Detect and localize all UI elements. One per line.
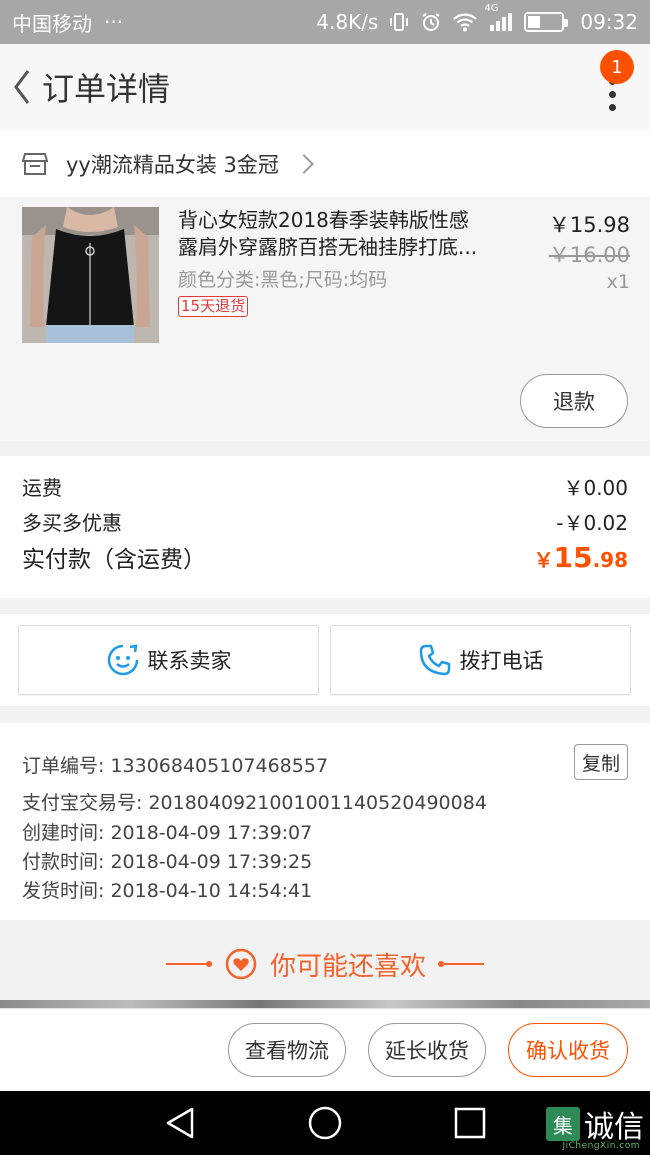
original-price: ￥16.00 (548, 243, 630, 267)
watermark-text: 诚信 (584, 1110, 644, 1145)
nav-bar: 订单详情 1 (0, 44, 650, 130)
call-phone-button[interactable]: 拨打电话 (330, 625, 631, 695)
store-icon (22, 152, 48, 175)
total-row: 实付款（含运费） ￥15.98 (22, 540, 628, 574)
copy-button[interactable]: 复制 (574, 744, 628, 780)
battery-icon (524, 12, 569, 32)
discount-label: 多买多优惠 (22, 511, 122, 535)
product-image[interactable] (22, 207, 159, 343)
paid-time: 付款时间: 2018-04-09 17:39:25 (22, 851, 313, 873)
shipping-value: ￥0.00 (563, 476, 628, 500)
extend-receipt-button[interactable]: 延长收货 (368, 1023, 486, 1077)
watermark: 集 诚信 (546, 1102, 644, 1146)
confirm-receipt-button[interactable]: 确认收货 (508, 1023, 628, 1077)
view-logistics-button[interactable]: 查看物流 (228, 1023, 346, 1077)
carrier-name: 中国移动 (12, 11, 92, 36)
created-time: 创建时间: 2018-04-09 17:39:07 (22, 822, 313, 844)
refund-button[interactable]: 退款 (520, 374, 628, 428)
order-item[interactable]: 背心女短款2018春季装韩版性感 露肩外穿露脐百搭无袖挂脖打底... 颜色分类:… (0, 197, 650, 441)
contact-seller-label: 联系卖家 (147, 649, 232, 673)
action-bar: 查看物流 延长收货 确认收货 (0, 1008, 650, 1091)
shipping-label: 运费 (22, 476, 62, 500)
call-phone-label: 拨打电话 (459, 649, 544, 673)
product-title-line1: 背心女短款2018春季装韩版性感 (178, 208, 469, 232)
contact-section: 联系卖家 拨打电话 (0, 614, 650, 706)
product-title-line2: 露肩外穿露脐百搭无袖挂脖打底... (178, 235, 478, 259)
watermark-logo: 集 (546, 1107, 580, 1141)
chevron-right-icon (294, 153, 314, 174)
divider-left (165, 961, 212, 967)
signal-icon: 4G (484, 3, 514, 33)
notification-badge: 1 (600, 50, 634, 84)
order-number: 订单编号: 133068405107468557 (22, 755, 329, 777)
recommend-header: 你可能还喜欢 (0, 921, 650, 1007)
product-price: ￥15.98 (548, 213, 630, 237)
recommend-preview-strip (0, 1000, 650, 1008)
product-sku: 颜色分类:黑色;尺码:均码 (178, 269, 388, 291)
clock: 09:32 (580, 10, 638, 34)
total-value: ￥15.98 (534, 541, 628, 574)
shop-name: yy潮流精品女装 3金冠 (66, 152, 279, 177)
recommend-title: 你可能还喜欢 (269, 951, 426, 982)
shipped-time: 发货时间: 2018-04-10 14:54:41 (22, 880, 313, 902)
alipay-number: 支付宝交易号: 2018040921001001140520490084 (22, 792, 487, 814)
network-type: 4G (484, 3, 499, 14)
chat-face-icon (107, 644, 138, 676)
return-policy-tag: 15天退货 (178, 296, 249, 317)
total-integer: 15 (553, 541, 593, 574)
contact-seller-button[interactable]: 联系卖家 (18, 625, 319, 695)
chevron-left-icon (14, 70, 30, 104)
vibrate-icon (388, 11, 410, 33)
order-info: 订单编号: 133068405107468557 复制 支付宝交易号: 2018… (0, 723, 650, 920)
fee-summary: 运费 ￥0.00 多买多优惠 -￥0.02 实付款（含运费） ￥15.98 (0, 456, 650, 598)
divider-right (438, 961, 484, 967)
shop-row[interactable]: yy潮流精品女装 3金冠 (0, 130, 650, 197)
total-decimal: .98 (592, 548, 628, 572)
nav-recents-icon[interactable] (452, 1105, 488, 1141)
total-currency: ￥ (533, 548, 554, 572)
notification-dots: ··· (104, 10, 124, 34)
page-title: 订单详情 (42, 70, 171, 108)
product-title[interactable]: 背心女短款2018春季装韩版性感 露肩外穿露脐百搭无袖挂脖打底... (178, 207, 508, 261)
shipping-row: 运费 ￥0.00 (22, 472, 628, 501)
network-speed: 4.8K/s (316, 10, 379, 34)
status-bar: 中国移动 ··· 4.8K/s 4G 09:32 (0, 0, 650, 44)
phone-icon (419, 644, 450, 676)
total-label: 实付款（含运费） (22, 547, 206, 573)
heart-icon (225, 948, 257, 980)
nav-home-icon[interactable] (307, 1105, 343, 1141)
watermark-url: JiChengXin.com (562, 1141, 640, 1151)
nav-back-icon[interactable] (162, 1105, 198, 1141)
back-button[interactable] (2, 44, 42, 130)
discount-row: 多买多优惠 -￥0.02 (22, 507, 628, 536)
alarm-icon (420, 11, 442, 33)
wifi-icon (452, 11, 478, 33)
discount-value: -￥0.02 (556, 511, 628, 535)
product-quantity: x1 (606, 271, 630, 293)
